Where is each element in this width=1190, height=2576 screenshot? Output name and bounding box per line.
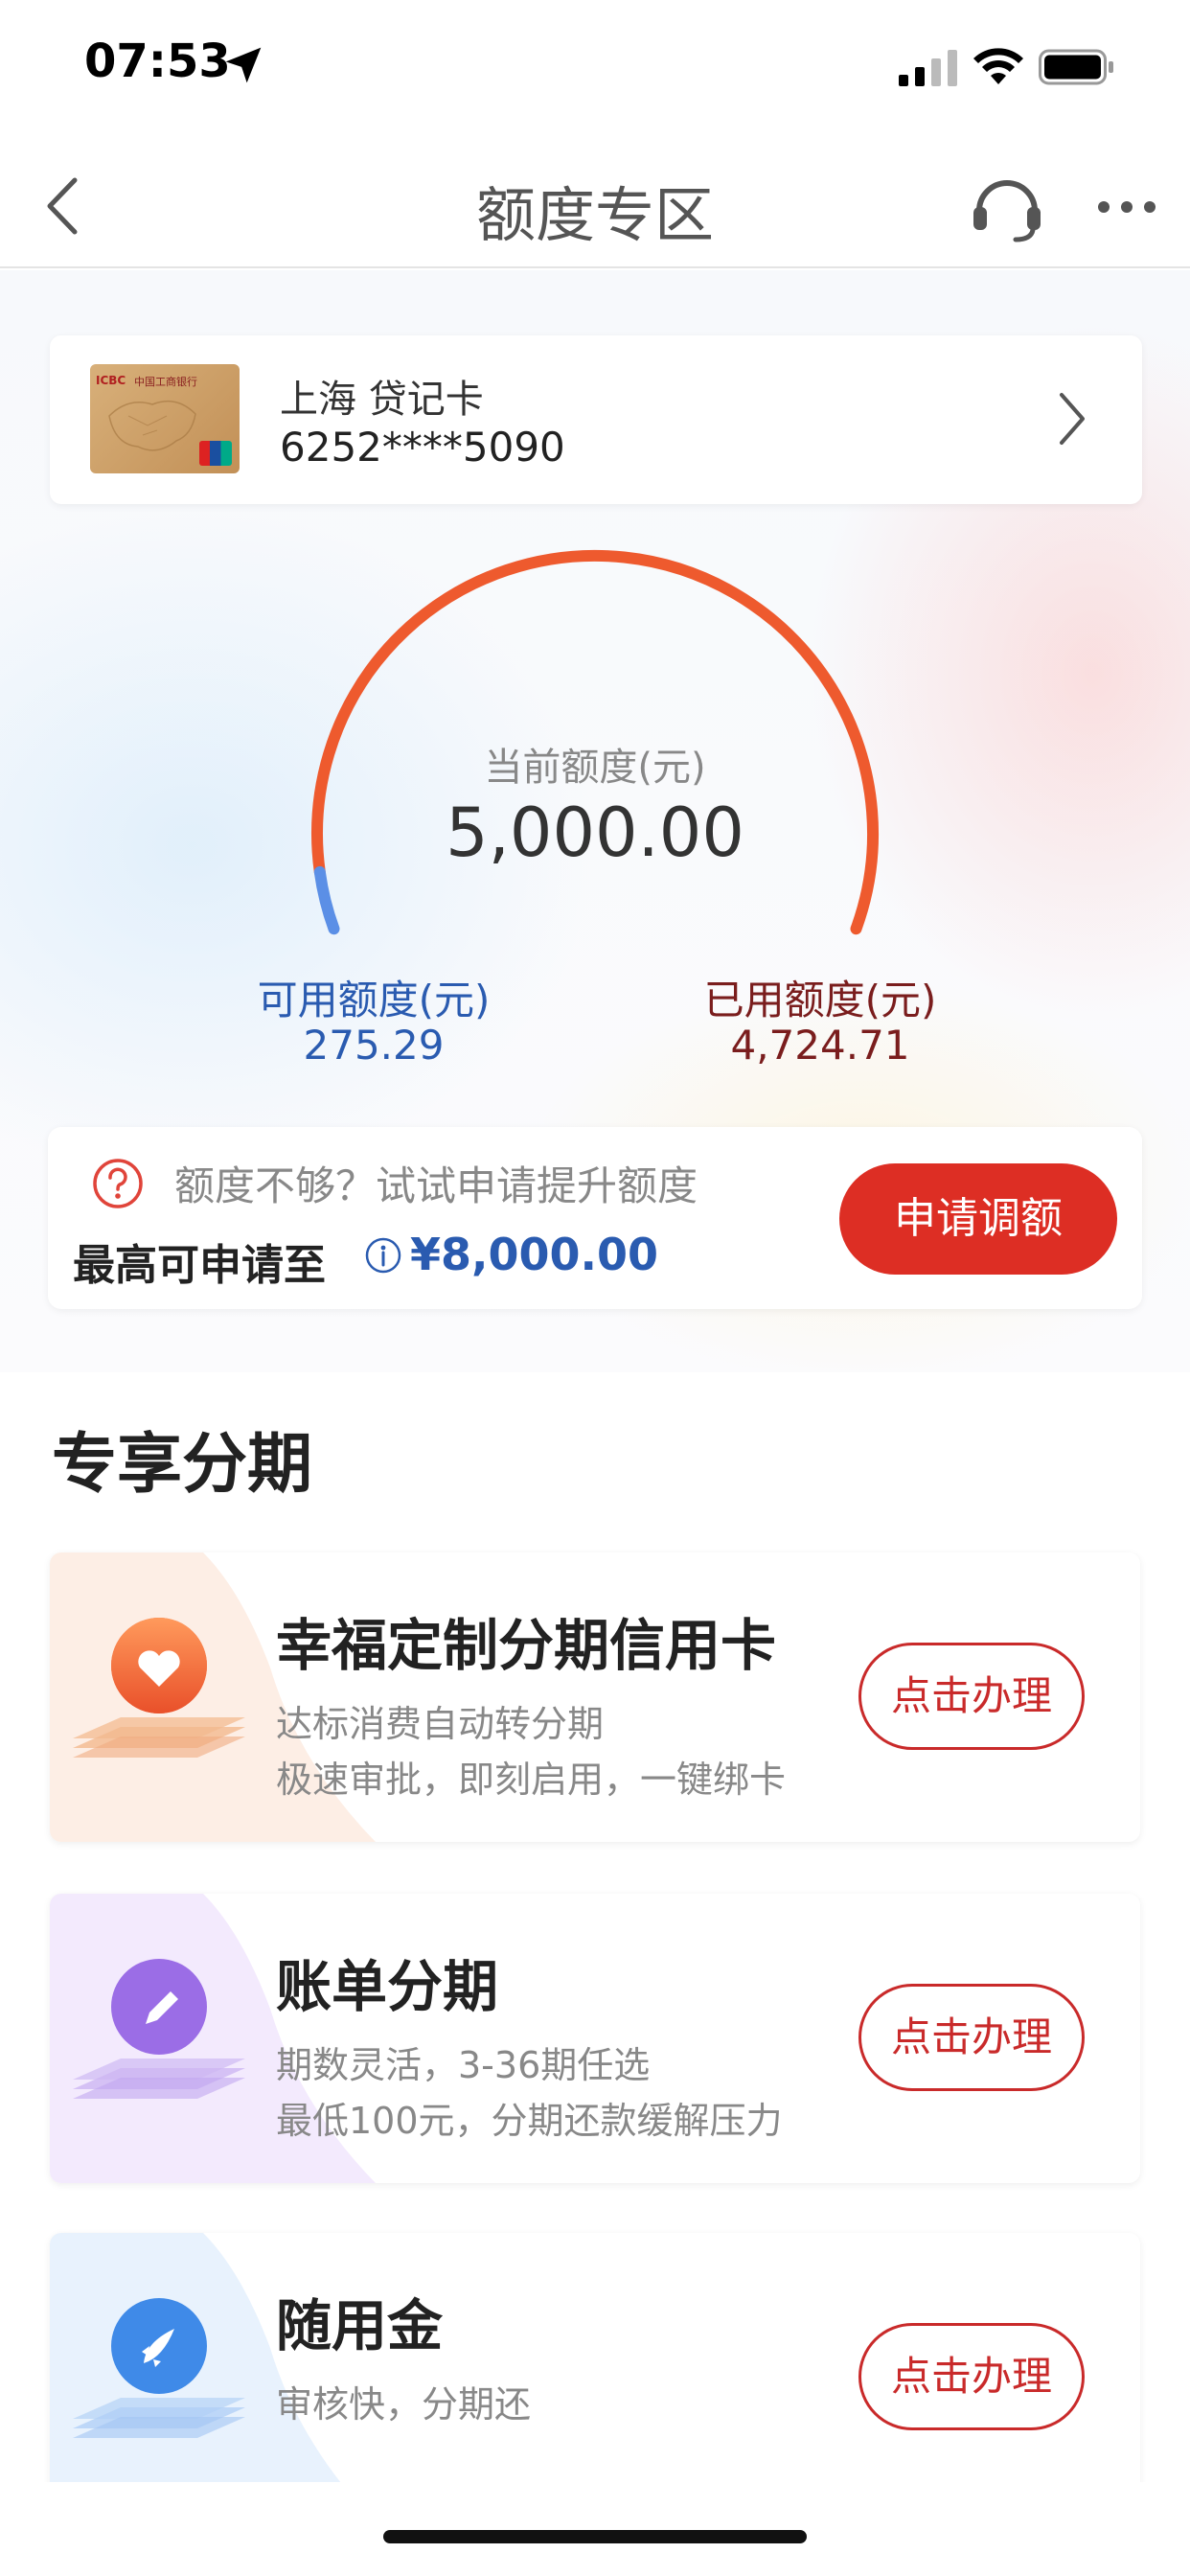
limit-upgrade-card: 额度不够？试试申请提升额度 最高可申请至 ¥8,000.00 申请调额: [48, 1127, 1142, 1309]
pencil-icon: [73, 1959, 245, 2099]
card-brand-logo: ICBC: [96, 374, 126, 387]
battery-icon: [1039, 49, 1113, 85]
card-thumbnail: ICBC 中国工商银行: [90, 364, 240, 473]
card-number: 6252****5090: [280, 424, 565, 471]
wifi-icon: [973, 48, 1023, 84]
available-limit-label: 可用额度(元): [257, 977, 491, 1024]
nav-bar: 额度专区: [0, 134, 1190, 268]
gauge-available-arc: [313, 865, 340, 935]
rocket-icon: [73, 2298, 245, 2438]
current-limit-value: 5,000.00: [446, 794, 744, 872]
current-limit-label: 当前额度(元): [484, 746, 706, 790]
apply-now-button[interactable]: 点击办理: [858, 2323, 1085, 2430]
product-card-happiness-installment[interactable]: 幸福定制分期信用卡 达标消费自动转分期 极速审批，即刻启用，一键绑卡 点击办理: [50, 1552, 1140, 1842]
apply-adjust-limit-button[interactable]: 申请调额: [839, 1163, 1117, 1275]
home-indicator: [383, 2530, 807, 2543]
card-name: 上海 贷记卡: [280, 378, 484, 422]
max-apply-label: 最高可申请至: [73, 1241, 326, 1290]
customer-service-headset-icon[interactable]: [968, 167, 1046, 245]
location-arrow-icon: [225, 47, 262, 83]
section-title: 专享分期: [52, 1427, 313, 1503]
chevron-right-icon: [1060, 393, 1085, 445]
used-limit-value: 4,724.71: [730, 1022, 910, 1069]
product-description: 最低100元，分期还款缓解压力: [276, 2100, 783, 2142]
map-pattern-icon: [108, 400, 196, 451]
used-limit-label: 已用额度(元): [703, 977, 937, 1024]
status-bar: 07:53: [0, 0, 1190, 134]
product-description: 审核快，分期还: [276, 2383, 532, 2426]
bottom-safe-area: [0, 2482, 1190, 2576]
product-title: 随用金: [276, 2293, 444, 2358]
upgrade-hint-text: 额度不够？试试申请提升额度: [174, 1162, 698, 1209]
product-title: 账单分期: [276, 1954, 499, 2019]
cellular-signal-icon: [899, 50, 957, 86]
product-card-bill-installment[interactable]: 账单分期 期数灵活，3-36期任选 最低100元，分期还款缓解压力 点击办理: [50, 1894, 1140, 2183]
status-time: 07:53: [84, 34, 231, 88]
product-card-flexible-cash[interactable]: 随用金 审核快，分期还 点击办理: [50, 2233, 1140, 2520]
heart-icon: [73, 1618, 245, 1758]
product-description: 极速审批，即刻启用，一键绑卡: [276, 1759, 787, 1801]
product-description: 期数灵活，3-36期任选: [276, 2044, 651, 2086]
apply-now-button[interactable]: 点击办理: [858, 1984, 1085, 2091]
card-selector[interactable]: ICBC 中国工商银行 上海 贷记卡 6252****5090: [50, 335, 1142, 504]
question-circle-icon: [93, 1159, 143, 1208]
max-apply-value: ¥8,000.00: [410, 1229, 658, 1280]
unionpay-logo-icon: [199, 441, 232, 466]
info-icon[interactable]: [364, 1236, 402, 1275]
product-description: 达标消费自动转分期: [276, 1703, 605, 1745]
more-options-icon[interactable]: [1096, 188, 1157, 226]
apply-now-button[interactable]: 点击办理: [858, 1643, 1085, 1750]
available-limit-value: 275.29: [303, 1022, 445, 1069]
product-title: 幸福定制分期信用卡: [276, 1613, 777, 1678]
